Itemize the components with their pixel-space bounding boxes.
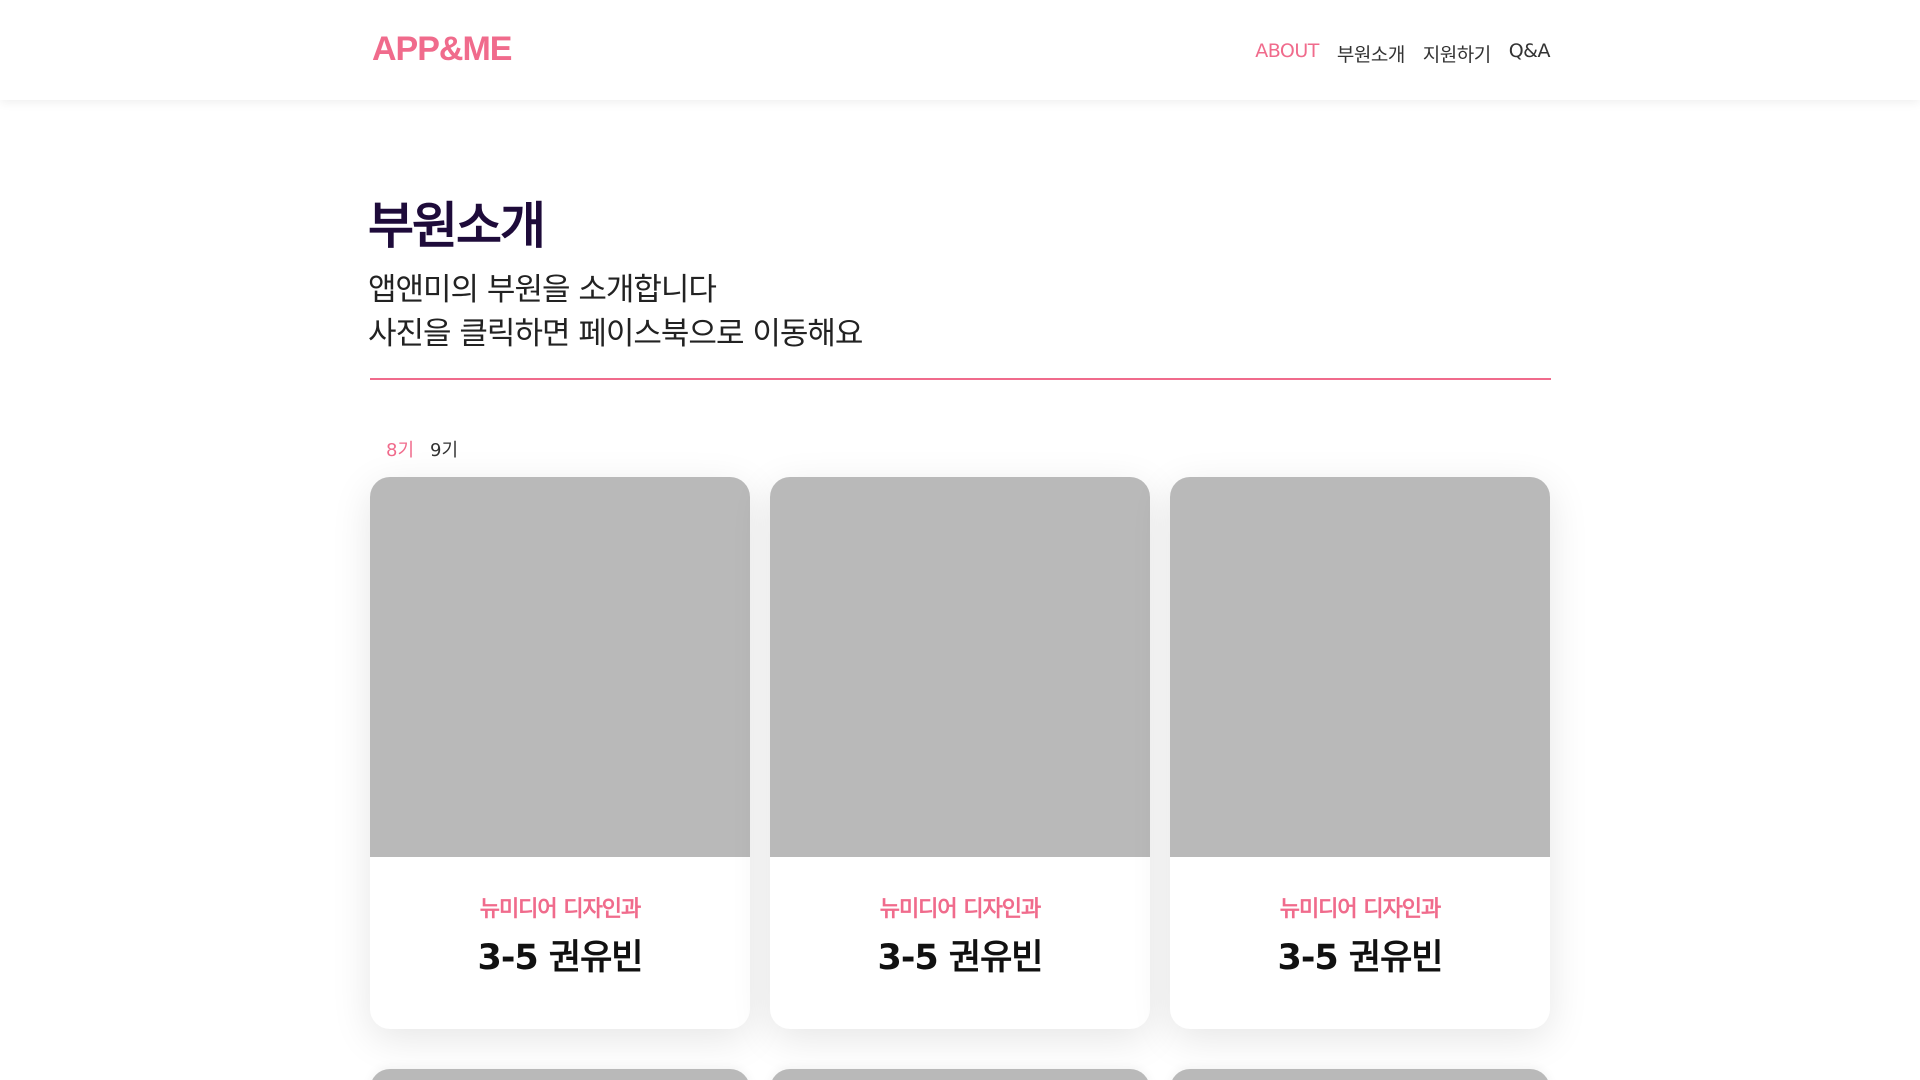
page-title: 부원소개 — [368, 197, 546, 255]
member-photo[interactable] — [1170, 477, 1550, 857]
site-header: APP&ME ABOUT 부원소개 지원하기 Q&A — [0, 0, 1920, 100]
subtitle-line-1: 앱앤미의 부원을 소개합니다 — [368, 272, 717, 308]
nav-members[interactable]: 부원소개 — [1337, 40, 1405, 67]
member-name: 3-5 권유빈 — [877, 938, 1043, 978]
member-card-next-row[interactable] — [770, 1069, 1150, 1080]
member-photo[interactable] — [370, 477, 750, 857]
tab-gen-8[interactable]: 8기 — [386, 436, 414, 462]
tab-gen-9[interactable]: 9기 — [430, 436, 458, 462]
member-card[interactable]: 뉴미디어 디자인과 3-5 권유빈 — [770, 477, 1150, 1029]
member-photo[interactable] — [770, 477, 1150, 857]
nav-qna[interactable]: Q&A — [1509, 40, 1551, 67]
site-logo[interactable]: APP&ME — [372, 30, 512, 69]
generation-tabs: 8기 9기 — [386, 436, 458, 462]
member-card-next-row[interactable] — [1170, 1069, 1550, 1080]
subtitle-line-2: 사진을 클릭하면 페이스북으로 이동해요 — [368, 316, 863, 352]
main-nav: ABOUT 부원소개 지원하기 Q&A — [1255, 40, 1550, 67]
member-major: 뉴미디어 디자인과 — [1279, 897, 1442, 922]
member-card-next-row[interactable] — [370, 1069, 750, 1080]
member-card[interactable]: 뉴미디어 디자인과 3-5 권유빈 — [1170, 477, 1550, 1029]
member-card[interactable]: 뉴미디어 디자인과 3-5 권유빈 — [370, 477, 750, 1029]
page-subtitle: 앱앤미의 부원을 소개합니다 사진을 클릭하면 페이스북으로 이동해요 — [368, 268, 863, 356]
title-divider — [370, 378, 1551, 380]
nav-apply[interactable]: 지원하기 — [1423, 40, 1491, 67]
member-name: 3-5 권유빈 — [477, 938, 643, 978]
nav-about[interactable]: ABOUT — [1255, 40, 1319, 67]
member-name: 3-5 권유빈 — [1277, 938, 1443, 978]
member-major: 뉴미디어 디자인과 — [479, 897, 642, 922]
member-major: 뉴미디어 디자인과 — [879, 897, 1042, 922]
